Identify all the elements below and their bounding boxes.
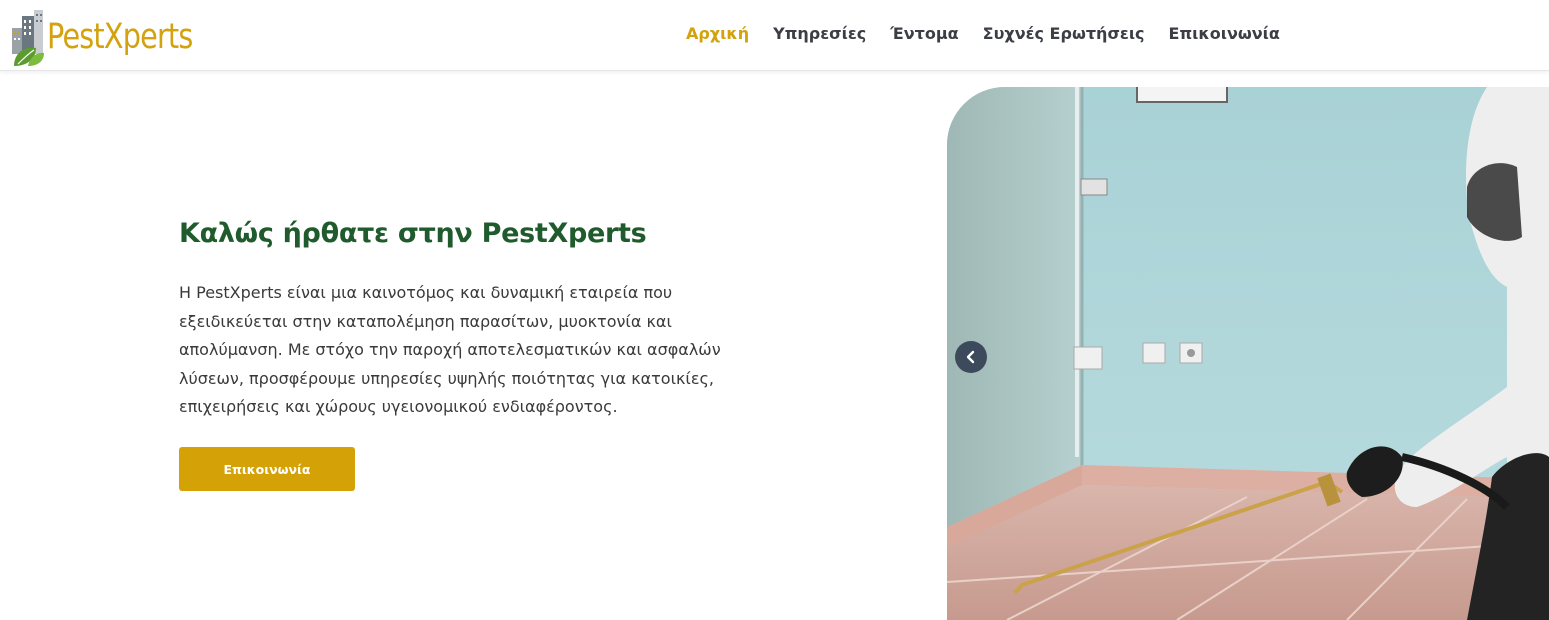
nav-item-insects[interactable]: Έντομα (890, 24, 958, 43)
slider-prev-button[interactable] (955, 341, 987, 373)
contact-button[interactable]: Επικοινωνία (179, 447, 355, 491)
pest-control-technician-image (947, 87, 1549, 620)
site-header: PestXperts Αρχική Υπηρεσίες Έντομα Συχνέ… (0, 0, 1549, 71)
logo[interactable]: PestXperts (10, 6, 224, 68)
main-nav: Αρχική Υπηρεσίες Έντομα Συχνές Ερωτήσεις… (686, 24, 1280, 43)
hero-description-line: λύσεων, προσφέρουμε υπηρεσίες υψηλής ποι… (179, 368, 714, 388)
hero-description-line: εξειδικεύεται στην καταπολέμηση παρασίτω… (179, 311, 672, 331)
nav-item-services[interactable]: Υπηρεσίες (773, 24, 866, 43)
nav-item-contact[interactable]: Επικοινωνία (1169, 24, 1280, 43)
logo-buildings-leaf-icon (10, 6, 46, 68)
logo-wordmark: PestXperts (47, 17, 193, 57)
nav-item-home[interactable]: Αρχική (686, 24, 749, 43)
hero-description-line: επιχειρήσεις και χώρους υγειονομικού ενδ… (179, 397, 618, 416)
chevron-left-icon (966, 350, 975, 364)
hero-image-slider (947, 87, 1549, 620)
hero-description: Η PestXperts είναι μια καινοτόμος και δυ… (179, 279, 759, 422)
nav-item-faq[interactable]: Συχνές Ερωτήσεις (983, 24, 1145, 43)
hero-description-line: απολύμανση. Με στόχο την παροχή αποτελεσ… (179, 340, 721, 359)
hero-title: Καλώς ήρθατε στην PestXperts (179, 218, 647, 249)
hero-description-line: Η PestXperts είναι μια καινοτόμος και δυ… (179, 283, 673, 302)
